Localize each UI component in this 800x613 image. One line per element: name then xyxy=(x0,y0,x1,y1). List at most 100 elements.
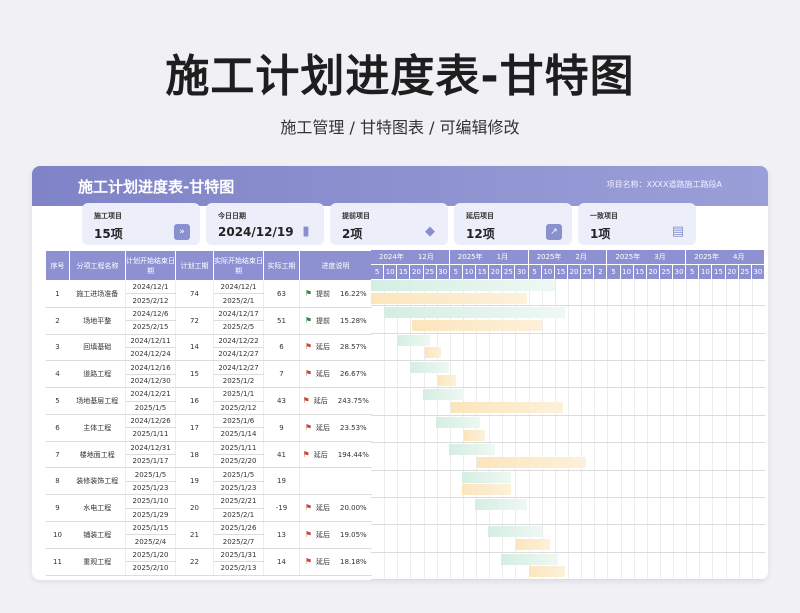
gantt-day-header: 15 xyxy=(397,264,411,279)
real-duration: 51 xyxy=(263,307,300,335)
sheet-header: 施工计划进度表-甘特图 项目名称：XXXX道路施工路段A xyxy=(32,166,768,206)
gantt-month: 4月 xyxy=(733,253,745,261)
stat-card-same: 一致项目 1项 ▤ xyxy=(578,203,696,245)
gantt-header: 2024年 12月 2025年 1月 2025年 2月 2025年 3月 2025年 4月 5 10 1… xyxy=(371,250,765,279)
plan-duration: 74 xyxy=(175,280,214,308)
gantt-month-header: 2025年 4月 xyxy=(686,250,765,264)
actual-bar xyxy=(438,374,457,386)
progress-status: ⚑ 延后 26.67% xyxy=(299,360,372,389)
plan-end-date: 2024/12/30 xyxy=(125,374,176,389)
gantt-day-header: 10 xyxy=(462,264,477,279)
plan-bar xyxy=(423,389,465,401)
table-row: 11 重观工程 2025/1/20 22 2025/1/31 14 ⚑ 延后 18.18% xyxy=(45,548,372,576)
col-header-status: 进度说明 xyxy=(299,250,372,281)
real-duration: 14 xyxy=(263,548,300,576)
gantt-row-line xyxy=(371,551,765,553)
gantt-day-header: 20 xyxy=(646,264,660,279)
progress-status: ⚑ 延后 23.53% xyxy=(299,414,372,442)
col-header-no: 序号 xyxy=(45,250,70,281)
plan-end-date: 2024/12/24 xyxy=(125,347,176,362)
flag-icon: ⚑ xyxy=(304,529,312,539)
schedule-table: 序号 分项工程名称 计划开始结束日期 计划工期 实际开始结束日期 实际工期 进度… xyxy=(45,250,372,576)
stat-value: 15项 xyxy=(94,227,123,241)
gantt-day-header: 10 xyxy=(620,264,634,279)
tag-icon: ◆ xyxy=(425,224,435,239)
real-duration: 9 xyxy=(263,414,300,442)
actual-bar xyxy=(461,484,511,496)
row-no: 9 xyxy=(45,494,70,523)
gantt-day-header: 15 xyxy=(554,264,568,279)
plan-duration: 15 xyxy=(175,360,214,389)
progress-status: ⚑ 延后 19.05% xyxy=(299,521,372,549)
flag-icon: ⚑ xyxy=(304,422,312,432)
actual-bar xyxy=(464,429,485,441)
col-header-name: 分项工程名称 xyxy=(69,250,126,281)
gantt-month: 2月 xyxy=(575,253,587,261)
row-no: 6 xyxy=(45,414,70,442)
table-row: 1 施工进场准备 2024/12/1 74 2024/12/1 63 ⚑ 提前 16.22% xyxy=(45,280,372,308)
plan-start-date: 2025/1/5 xyxy=(125,467,176,482)
plan-bar xyxy=(500,553,558,565)
sheet-title: 施工计划进度表-甘特图 xyxy=(78,178,235,196)
status-text: 延后 xyxy=(315,423,330,432)
plan-bar xyxy=(487,526,542,538)
real-duration: 13 xyxy=(263,521,300,549)
flag-icon: ⚑ xyxy=(304,556,312,566)
plan-end-date: 2025/1/5 xyxy=(125,401,176,415)
gantt-year: 2025年 xyxy=(536,253,562,261)
stat-label: 提前项目 xyxy=(342,212,370,220)
flag-icon: ⚑ xyxy=(304,369,312,379)
stat-label: 今日日期 xyxy=(218,212,246,220)
real-start-date: 2025/1/5 xyxy=(213,467,264,482)
gantt-month-header: 2025年 1月 xyxy=(450,250,529,264)
gantt-grid-line xyxy=(410,279,412,580)
gantt-day-header: 20 xyxy=(725,264,739,279)
gantt-day-header: 5 xyxy=(607,264,621,279)
stat-value: 2024/12/19 xyxy=(218,225,294,239)
status-percent: 23.53% xyxy=(339,423,367,432)
gantt-grid-line xyxy=(673,279,675,580)
stat-value: 2项 xyxy=(342,227,363,241)
row-no: 11 xyxy=(45,548,70,576)
flag-icon: ⚑ xyxy=(302,449,310,459)
gantt-day-header: 25 xyxy=(502,264,516,279)
gantt-row-line xyxy=(371,360,765,362)
gantt-day-header: 10 xyxy=(384,264,398,279)
real-end-date: 2025/2/13 xyxy=(213,561,264,576)
plan-start-date: 2024/12/21 xyxy=(125,387,176,402)
real-start-date: 2025/1/6 xyxy=(213,414,264,429)
plan-start-date: 2024/12/6 xyxy=(125,307,176,322)
task-name: 装修装饰工程 xyxy=(69,467,126,496)
document-icon: ▤ xyxy=(671,224,685,239)
real-duration: 7 xyxy=(263,360,300,389)
real-start-date: 2024/12/1 xyxy=(213,280,264,295)
gantt-row-line xyxy=(371,414,765,416)
col-header-real-dates: 实际开始结束日期 xyxy=(213,250,264,281)
plan-end-date: 2025/1/11 xyxy=(125,427,176,442)
gantt-day-header: 30 xyxy=(515,264,529,279)
gantt-day-header: 15 xyxy=(633,264,647,279)
table-row: 4 道路工程 2024/12/16 15 2024/12/27 7 ⚑ 延后 26.67% xyxy=(45,360,372,389)
task-name: 回填基础 xyxy=(69,334,126,362)
table-row: 2 场地平整 2024/12/6 72 2024/12/17 51 ⚑ 提前 15.28% xyxy=(45,307,372,335)
status-percent: 28.57% xyxy=(339,343,367,352)
plan-end-date: 2025/2/12 xyxy=(125,293,176,308)
table-row: 6 主体工程 2024/12/26 17 2025/1/6 9 ⚑ 延后 23.53% xyxy=(45,414,372,442)
real-start-date: 2024/12/22 xyxy=(213,334,264,348)
row-no: 2 xyxy=(45,307,70,335)
real-end-date: 2025/2/5 xyxy=(213,320,264,335)
status-percent: 16.22% xyxy=(339,289,367,298)
real-start-date: 2024/12/17 xyxy=(213,307,264,322)
status-percent: 15.28% xyxy=(339,316,367,325)
gantt-day-header: 20 xyxy=(489,264,503,279)
table-row: 7 楼地面工程 2024/12/31 18 2025/1/11 41 ⚑ 延后 194.44% xyxy=(45,441,372,469)
gantt-grid-line xyxy=(699,279,701,580)
gantt-row-line xyxy=(371,579,765,580)
stat-card-total: 施工项目 15项 » xyxy=(82,203,200,245)
stat-card-early: 提前项目 2项 ◆ xyxy=(330,203,448,245)
task-name: 铺装工程 xyxy=(69,521,126,549)
stat-card-today: 今日日期 2024/12/19 ▮ xyxy=(206,203,324,245)
gantt-day-header: 5 xyxy=(528,264,542,279)
progress-status: ⚑ 延后 28.57% xyxy=(299,334,372,362)
progress-status: ⚑ 提前 16.22% xyxy=(299,280,372,308)
